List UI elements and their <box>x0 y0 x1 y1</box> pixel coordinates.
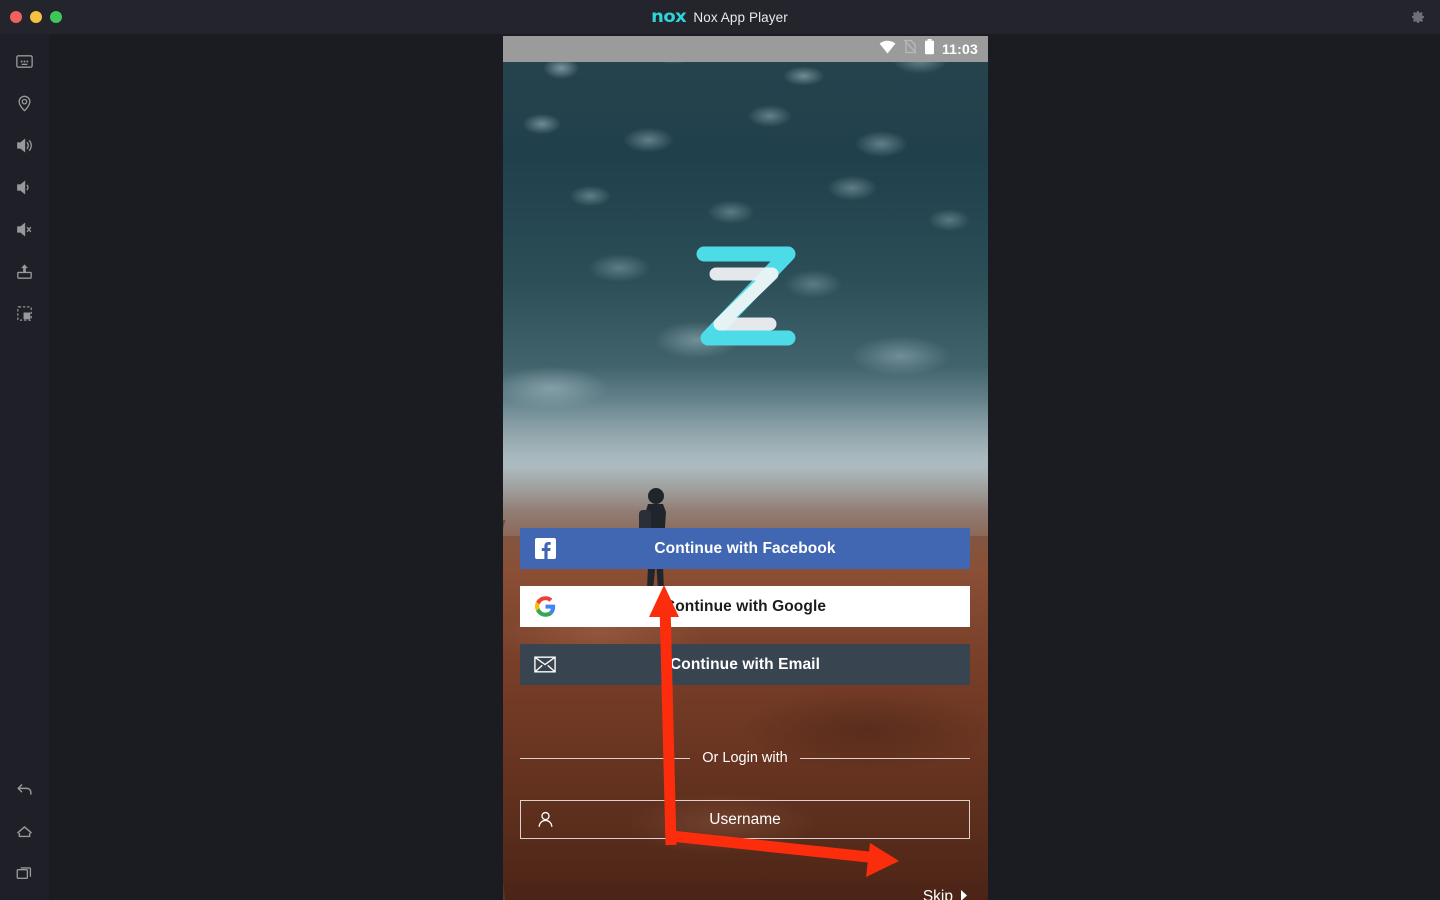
background-haze <box>503 366 988 536</box>
google-button-label: Continue with Google <box>663 597 827 615</box>
skip-label: Skip <box>922 888 953 900</box>
maximize-button[interactable] <box>50 11 62 23</box>
app-logo-z <box>696 246 795 346</box>
no-sim-icon <box>903 39 917 59</box>
keyboard-icon <box>14 51 35 72</box>
home-icon <box>14 821 35 842</box>
screenshot-icon <box>14 303 35 324</box>
minimize-button[interactable] <box>30 11 42 23</box>
user-icon <box>535 809 557 831</box>
volume-down-icon <box>14 177 35 198</box>
toolbar-bottom-group <box>0 768 49 894</box>
recents-icon <box>14 863 35 884</box>
facebook-button-label: Continue with Facebook <box>654 539 836 557</box>
sidebar-item-volume-up[interactable] <box>0 124 49 166</box>
auth-button-stack: Continue with Facebook Continue with Goo… <box>520 528 970 685</box>
sidebar-item-screenshot[interactable] <box>0 292 49 334</box>
sidebar-item-home[interactable] <box>0 810 49 852</box>
wifi-icon <box>879 40 896 59</box>
divider-line-right <box>799 757 970 759</box>
window-title-group: nox Nox App Player <box>0 0 1440 34</box>
back-icon <box>14 779 35 800</box>
window-titlebar: nox Nox App Player <box>0 0 1440 34</box>
username-input[interactable]: Username <box>520 800 970 839</box>
gear-icon[interactable] <box>1410 9 1426 25</box>
divider-line-left <box>520 757 691 759</box>
or-login-with-divider: Or Login with <box>520 750 970 766</box>
skip-button[interactable]: Skip <box>923 888 968 900</box>
continue-with-facebook-button[interactable]: Continue with Facebook <box>520 528 970 569</box>
continue-with-google-button[interactable]: Continue with Google <box>520 586 970 627</box>
sidebar-item-location[interactable] <box>0 82 49 124</box>
location-icon <box>14 93 35 114</box>
caret-right-icon <box>960 890 968 900</box>
sidebar-item-recent-apps[interactable] <box>0 852 49 894</box>
sidebar-item-back[interactable] <box>0 768 49 810</box>
sidebar-item-volume-down[interactable] <box>0 166 49 208</box>
facebook-icon <box>534 538 556 560</box>
volume-mute-icon <box>14 219 35 240</box>
toolbar-top-group <box>0 40 49 334</box>
apk-install-icon <box>14 261 35 282</box>
envelope-icon <box>534 654 556 676</box>
continue-with-email-button[interactable]: Continue with Email <box>520 644 970 685</box>
divider-label: Or Login with <box>702 750 788 766</box>
android-status-bar: 11:03 <box>503 36 988 62</box>
email-button-label: Continue with Email <box>669 655 820 673</box>
sidebar-item-install-apk[interactable] <box>0 250 49 292</box>
close-button[interactable] <box>10 11 22 23</box>
status-bar-clock: 11:03 <box>941 41 978 57</box>
sidebar-item-volume-mute[interactable] <box>0 208 49 250</box>
window-controls <box>10 11 62 23</box>
battery-icon <box>924 38 935 60</box>
emulator-screen: 11:03 Continue with Facebook Continue wi… <box>503 36 988 900</box>
volume-up-icon <box>14 135 35 156</box>
sidebar-item-keyboard-mapping[interactable] <box>0 40 49 82</box>
left-toolbar <box>0 34 49 900</box>
window-title: Nox App Player <box>693 9 788 25</box>
google-icon <box>534 596 556 618</box>
username-placeholder: Username <box>709 810 781 828</box>
nox-logo: nox <box>651 6 687 27</box>
